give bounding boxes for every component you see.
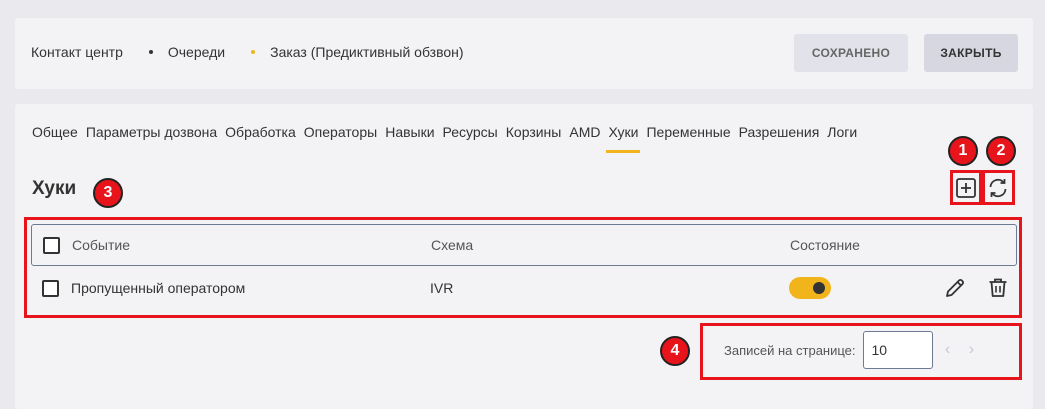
tab-resources[interactable]: Ресурсы [443,124,498,152]
column-header-state[interactable]: Состояние [790,237,860,253]
breadcrumb-separator [148,50,153,54]
select-all-checkbox[interactable] [43,236,60,254]
page-size-label: Записей на странице: [724,342,856,358]
tab-operators[interactable]: Операторы [304,124,377,152]
trash-icon [989,278,1007,297]
tab-hooks[interactable]: Хуки [606,124,641,153]
breadcrumb: Контакт центр Очереди Заказ (Предиктивны… [31,44,464,60]
row-event: Пропущенный оператором [71,280,246,296]
table-row[interactable]: Пропущенный оператором IVR [31,266,1017,310]
column-header-scheme[interactable]: Схема [431,237,473,253]
row-checkbox[interactable] [42,279,59,297]
toggle-knob [813,282,825,294]
refresh-button[interactable] [986,176,1010,200]
chevron-right-icon[interactable]: › [963,341,981,359]
breadcrumb-item-contact-center[interactable]: Контакт центр [31,44,123,60]
page-size-input[interactable] [862,331,933,369]
tab-amd[interactable]: AMD [569,124,600,152]
close-button[interactable]: ЗАКРЫТЬ [924,34,1018,72]
add-hook-button[interactable] [954,176,978,200]
breadcrumb-item-queues[interactable]: Очереди [168,44,225,60]
tab-baskets[interactable]: Корзины [506,124,562,152]
annotation-badge-2: 2 [986,136,1016,166]
breadcrumb-item-current: Заказ (Предиктивный обзвон) [270,44,464,60]
tab-permissions[interactable]: Разрешения [739,124,820,152]
breadcrumb-separator-active [251,50,256,54]
delete-button[interactable] [986,276,1010,300]
tab-bar: Общее Параметры дозвона Обработка Операт… [32,124,865,153]
tab-skills[interactable]: Навыки [385,124,434,152]
tab-processing[interactable]: Обработка [225,124,296,152]
plus-square-icon [956,178,976,198]
saved-button[interactable]: СОХРАНЕНО [794,34,908,72]
column-header-event[interactable]: Событие [72,237,130,253]
annotation-badge-3: 3 [93,178,123,208]
top-bar: Контакт центр Очереди Заказ (Предиктивны… [15,18,1033,89]
refresh-icon [989,178,1007,198]
pencil-icon [946,279,964,297]
edit-button[interactable] [943,276,967,300]
chevron-left-icon[interactable]: ‹ [939,341,957,359]
tab-logs[interactable]: Логи [827,124,857,152]
hooks-table: Событие Схема Состояние Пропущенный опер… [31,224,1017,310]
table-header: Событие Схема Состояние [31,224,1017,266]
annotation-badge-1: 1 [948,136,978,166]
tab-variables[interactable]: Переменные [646,124,730,152]
annotation-badge-4: 4 [660,336,690,366]
pagination: Записей на странице: ‹ › [724,330,1020,370]
section-title: Хуки [32,178,77,199]
tab-general[interactable]: Общее [32,124,78,152]
hooks-panel: Общее Параметры дозвона Обработка Операт… [15,104,1033,409]
state-toggle[interactable] [789,277,831,299]
tab-dial-params[interactable]: Параметры дозвона [86,124,217,152]
row-scheme: IVR [430,280,454,296]
